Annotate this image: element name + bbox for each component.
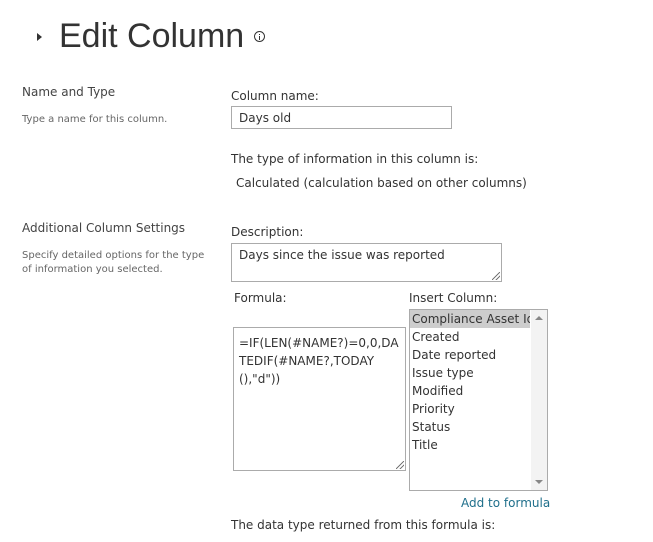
edit-column-page: gs Edit Column Name and Type Type a name…	[0, 0, 653, 542]
list-item[interactable]: Title	[410, 436, 530, 454]
resize-grip-icon[interactable]	[492, 272, 500, 280]
description-text: Days since the issue was reported	[239, 248, 445, 262]
list-item[interactable]: Modified	[410, 382, 530, 400]
scroll-up-icon[interactable]	[535, 316, 543, 320]
list-item[interactable]: Issue type	[410, 364, 530, 382]
description-textarea[interactable]: Days since the issue was reported	[231, 243, 502, 282]
column-name-label: Column name:	[231, 89, 319, 103]
return-type-label: The data type returned from this formula…	[231, 518, 496, 532]
add-to-formula-link[interactable]: Add to formula	[461, 496, 550, 510]
formula-text: =IF(LEN(#NAME?)=0,0,DATEDIF(#NAME?,TODAY…	[239, 336, 399, 386]
resize-grip-icon[interactable]	[396, 461, 404, 469]
insert-column-label: Insert Column:	[409, 291, 498, 305]
info-icon[interactable]	[254, 31, 265, 42]
list-item[interactable]: Priority	[410, 400, 530, 418]
list-item[interactable]: Status	[410, 418, 530, 436]
breadcrumb-separator-icon	[37, 33, 42, 41]
page-title: Edit Column	[59, 17, 245, 55]
info-type-value: Calculated (calculation based on other c…	[236, 176, 527, 190]
name-type-section-title: Name and Type	[22, 85, 116, 99]
name-type-section-description: Type a name for this column.	[22, 114, 168, 125]
formula-textarea[interactable]: =IF(LEN(#NAME?)=0,0,DATEDIF(#NAME?,TODAY…	[233, 327, 406, 471]
additional-settings-title: Additional Column Settings	[22, 221, 186, 235]
formula-label: Formula:	[234, 291, 287, 305]
info-type-label: The type of information in this column i…	[231, 152, 479, 166]
listbox-scrollbar[interactable]	[531, 310, 547, 490]
list-item[interactable]: Created	[410, 328, 530, 346]
column-name-input[interactable]: Days old	[231, 106, 452, 129]
list-item[interactable]: Compliance Asset Id	[410, 310, 530, 328]
description-label: Description:	[231, 225, 304, 239]
list-item[interactable]: Date reported	[410, 346, 530, 364]
scroll-down-icon[interactable]	[535, 480, 543, 484]
insert-column-listbox[interactable]: Compliance Asset Id Created Date reporte…	[409, 309, 548, 491]
additional-settings-description: Specify detailed options for the type of…	[22, 250, 205, 275]
